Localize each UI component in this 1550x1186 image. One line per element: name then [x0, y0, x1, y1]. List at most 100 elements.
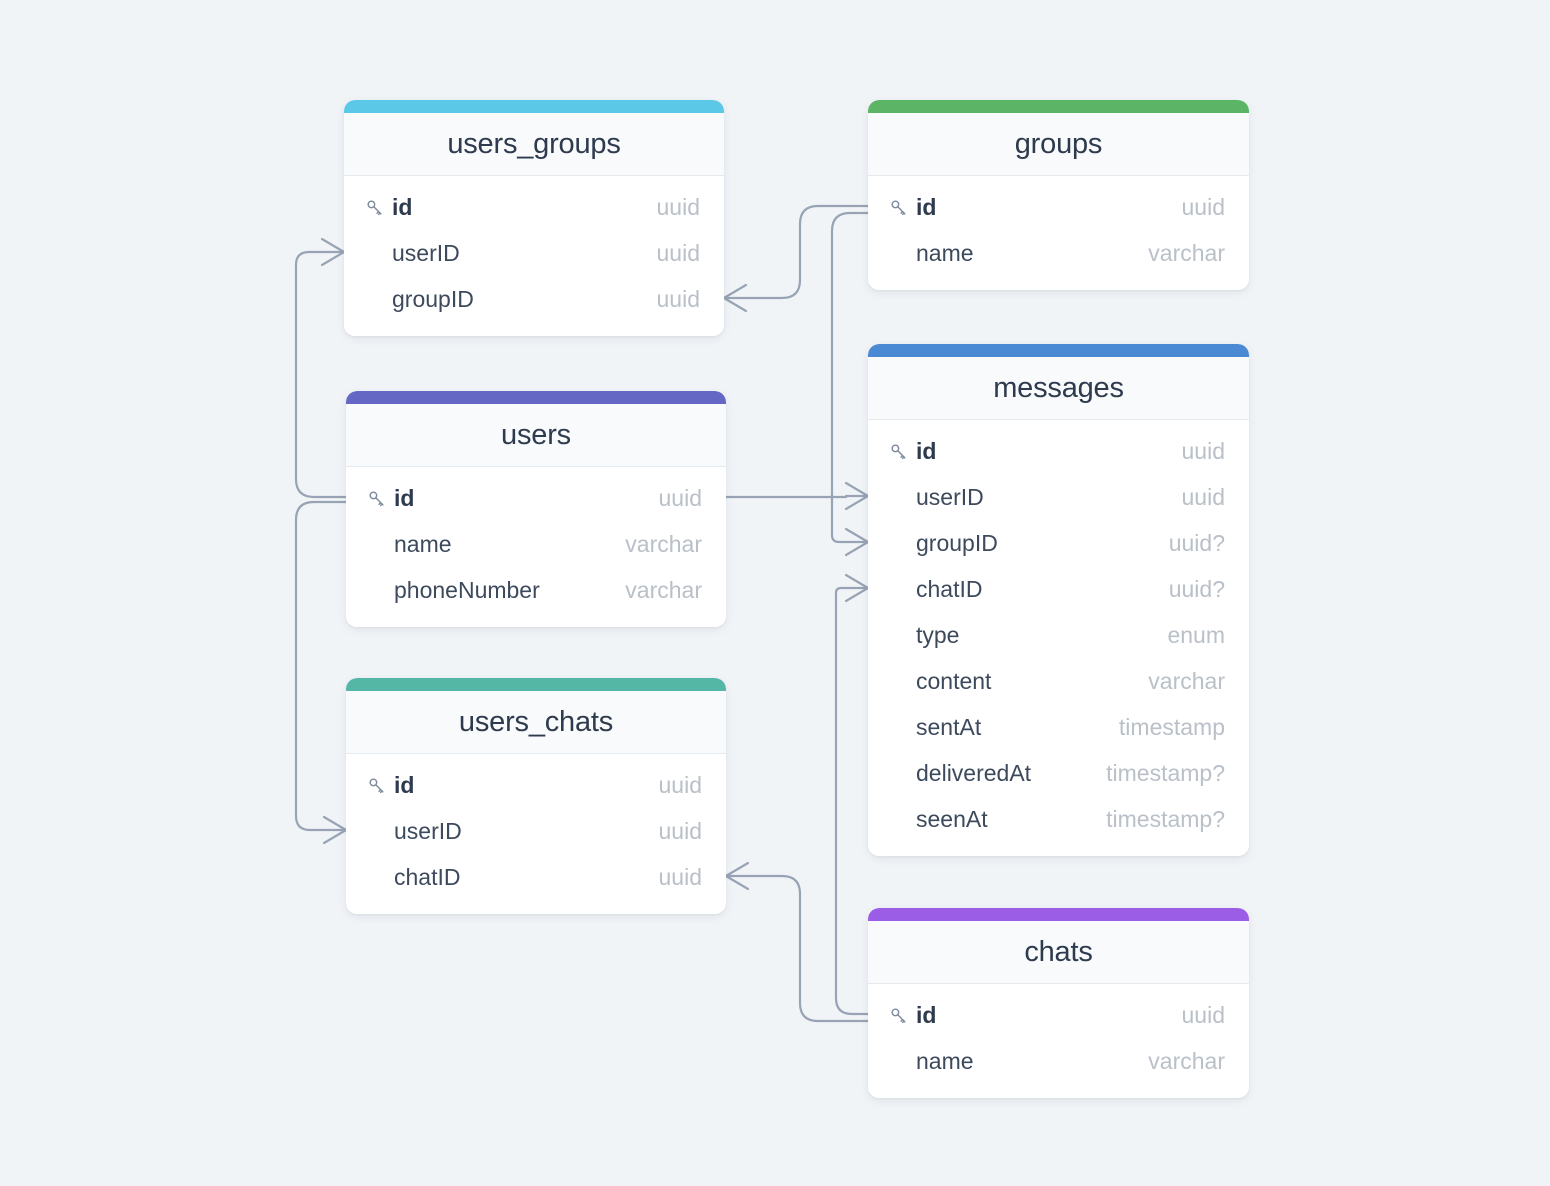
field-row[interactable]: userID uuid [344, 230, 724, 276]
table-header[interactable]: users_groups [344, 113, 724, 176]
field-type: uuid [656, 285, 700, 312]
field-row[interactable]: phoneNumber varchar [346, 567, 726, 613]
field-type: uuid [658, 817, 702, 844]
field-type: uuid [1181, 483, 1225, 510]
field-type: uuid [1181, 1001, 1225, 1028]
table-title: chats [1024, 935, 1093, 968]
field-type: uuid [656, 239, 700, 266]
crowfoot-messages-groupID [844, 527, 870, 557]
field-name: userID [394, 817, 462, 844]
primary-key-icon [889, 198, 916, 217]
field-type: uuid [658, 771, 702, 798]
field-name: chatID [916, 575, 983, 602]
field-name: phoneNumber [394, 576, 540, 603]
table-header[interactable]: users_chats [346, 691, 726, 754]
field-row[interactable]: content varchar [868, 658, 1249, 704]
table-header[interactable]: chats [868, 921, 1249, 984]
table-card-users[interactable]: users id uuid name varchar phoneNumber varchar [346, 391, 726, 627]
table-accent-bar [868, 908, 1249, 921]
table-header[interactable]: messages [868, 357, 1249, 420]
edge-chats-to-messages [834, 586, 870, 1016]
field-name: id [916, 437, 937, 464]
field-row[interactable]: type enum [868, 612, 1249, 658]
field-row[interactable]: deliveredAt timestamp? [868, 750, 1249, 796]
field-row[interactable]: userID uuid [346, 808, 726, 854]
field-name: groupID [392, 285, 474, 312]
crowfoot-users_chats-chatID [724, 861, 750, 891]
field-type: varchar [625, 530, 702, 557]
crowfoot-users_groups-userID [320, 237, 346, 267]
field-row[interactable]: chatID uuid [346, 854, 726, 900]
edge-groups-to-users_groups [744, 204, 870, 300]
field-row[interactable]: name varchar [346, 521, 726, 567]
field-name: seenAt [916, 805, 988, 832]
field-name: id [916, 193, 937, 220]
field-name: id [392, 193, 413, 220]
edge-chats-to-users_chats [746, 874, 870, 1023]
field-name: id [916, 1001, 937, 1028]
field-type: varchar [625, 576, 702, 603]
table-card-users_chats[interactable]: users_chatsid uuid userID uuid chatID uuid [346, 678, 726, 914]
field-name: deliveredAt [916, 759, 1032, 786]
field-name: sentAt [916, 713, 982, 740]
field-row[interactable]: userID uuid [868, 474, 1249, 520]
erd-canvas: users_groups id uuid userID uuid groupID uuid g… [0, 0, 1550, 1186]
primary-key-icon [365, 198, 392, 217]
table-card-messages[interactable]: messages id uuid userID uuid groupID uuid? chat… [868, 344, 1249, 856]
field-row[interactable]: groupID uuid [344, 276, 724, 322]
crowfoot-messages-userID [844, 481, 870, 511]
field-row[interactable]: name varchar [868, 1038, 1249, 1084]
field-name: groupID [916, 529, 998, 556]
edge-groups-to-messages [830, 211, 870, 544]
crowfoot-users_chats-userID [322, 815, 348, 845]
field-row[interactable]: seenAt timestamp? [868, 796, 1249, 842]
field-row[interactable]: sentAt timestamp [868, 704, 1249, 750]
field-type: uuid [658, 863, 702, 890]
field-row[interactable]: id uuid [344, 184, 724, 230]
field-type: varchar [1148, 239, 1225, 266]
primary-key-icon [367, 776, 394, 795]
field-type: varchar [1148, 1047, 1225, 1074]
field-row[interactable]: name varchar [868, 230, 1249, 276]
field-type: uuid [656, 193, 700, 220]
field-name: name [394, 530, 452, 557]
field-name: id [394, 771, 415, 798]
field-type: enum [1167, 621, 1225, 648]
field-list: id uuid name varchar [868, 984, 1249, 1098]
crowfoot-users_groups-groupID [722, 283, 748, 313]
field-type: uuid? [1168, 529, 1225, 556]
table-header[interactable]: groups [868, 113, 1249, 176]
edge-users-to-users_chats [294, 500, 348, 832]
field-list: id uuid userID uuid groupID uuid [344, 176, 724, 336]
table-accent-bar [868, 344, 1249, 357]
table-card-groups[interactable]: groups id uuid name varchar [868, 100, 1249, 290]
table-accent-bar [868, 100, 1249, 113]
field-list: id uuid name varchar [868, 176, 1249, 290]
field-type: uuid? [1168, 575, 1225, 602]
field-name: chatID [394, 863, 461, 890]
field-type: uuid [1181, 193, 1225, 220]
field-row[interactable]: id uuid [346, 762, 726, 808]
field-type: uuid [658, 484, 702, 511]
primary-key-icon [889, 442, 916, 461]
field-row[interactable]: id uuid [868, 184, 1249, 230]
field-row[interactable]: id uuid [868, 992, 1249, 1038]
table-card-chats[interactable]: chats id uuid name varchar [868, 908, 1249, 1098]
field-name: userID [916, 483, 984, 510]
table-title: users [501, 418, 571, 451]
table-card-users_groups[interactable]: users_groups id uuid userID uuid groupID uuid [344, 100, 724, 336]
field-name: name [916, 239, 974, 266]
field-type: timestamp [1118, 713, 1225, 740]
field-row[interactable]: id uuid [346, 475, 726, 521]
field-row[interactable]: chatID uuid? [868, 566, 1249, 612]
field-type: uuid [1181, 437, 1225, 464]
table-accent-bar [346, 678, 726, 691]
field-row[interactable]: id uuid [868, 428, 1249, 474]
field-row[interactable]: groupID uuid? [868, 520, 1249, 566]
table-header[interactable]: users [346, 404, 726, 467]
table-title: messages [993, 371, 1124, 404]
primary-key-icon [367, 489, 394, 508]
field-list: id uuid userID uuid groupID uuid? chatID uuid? t… [868, 420, 1249, 856]
field-name: name [916, 1047, 974, 1074]
field-list: id uuid name varchar phoneNumber varchar [346, 467, 726, 627]
